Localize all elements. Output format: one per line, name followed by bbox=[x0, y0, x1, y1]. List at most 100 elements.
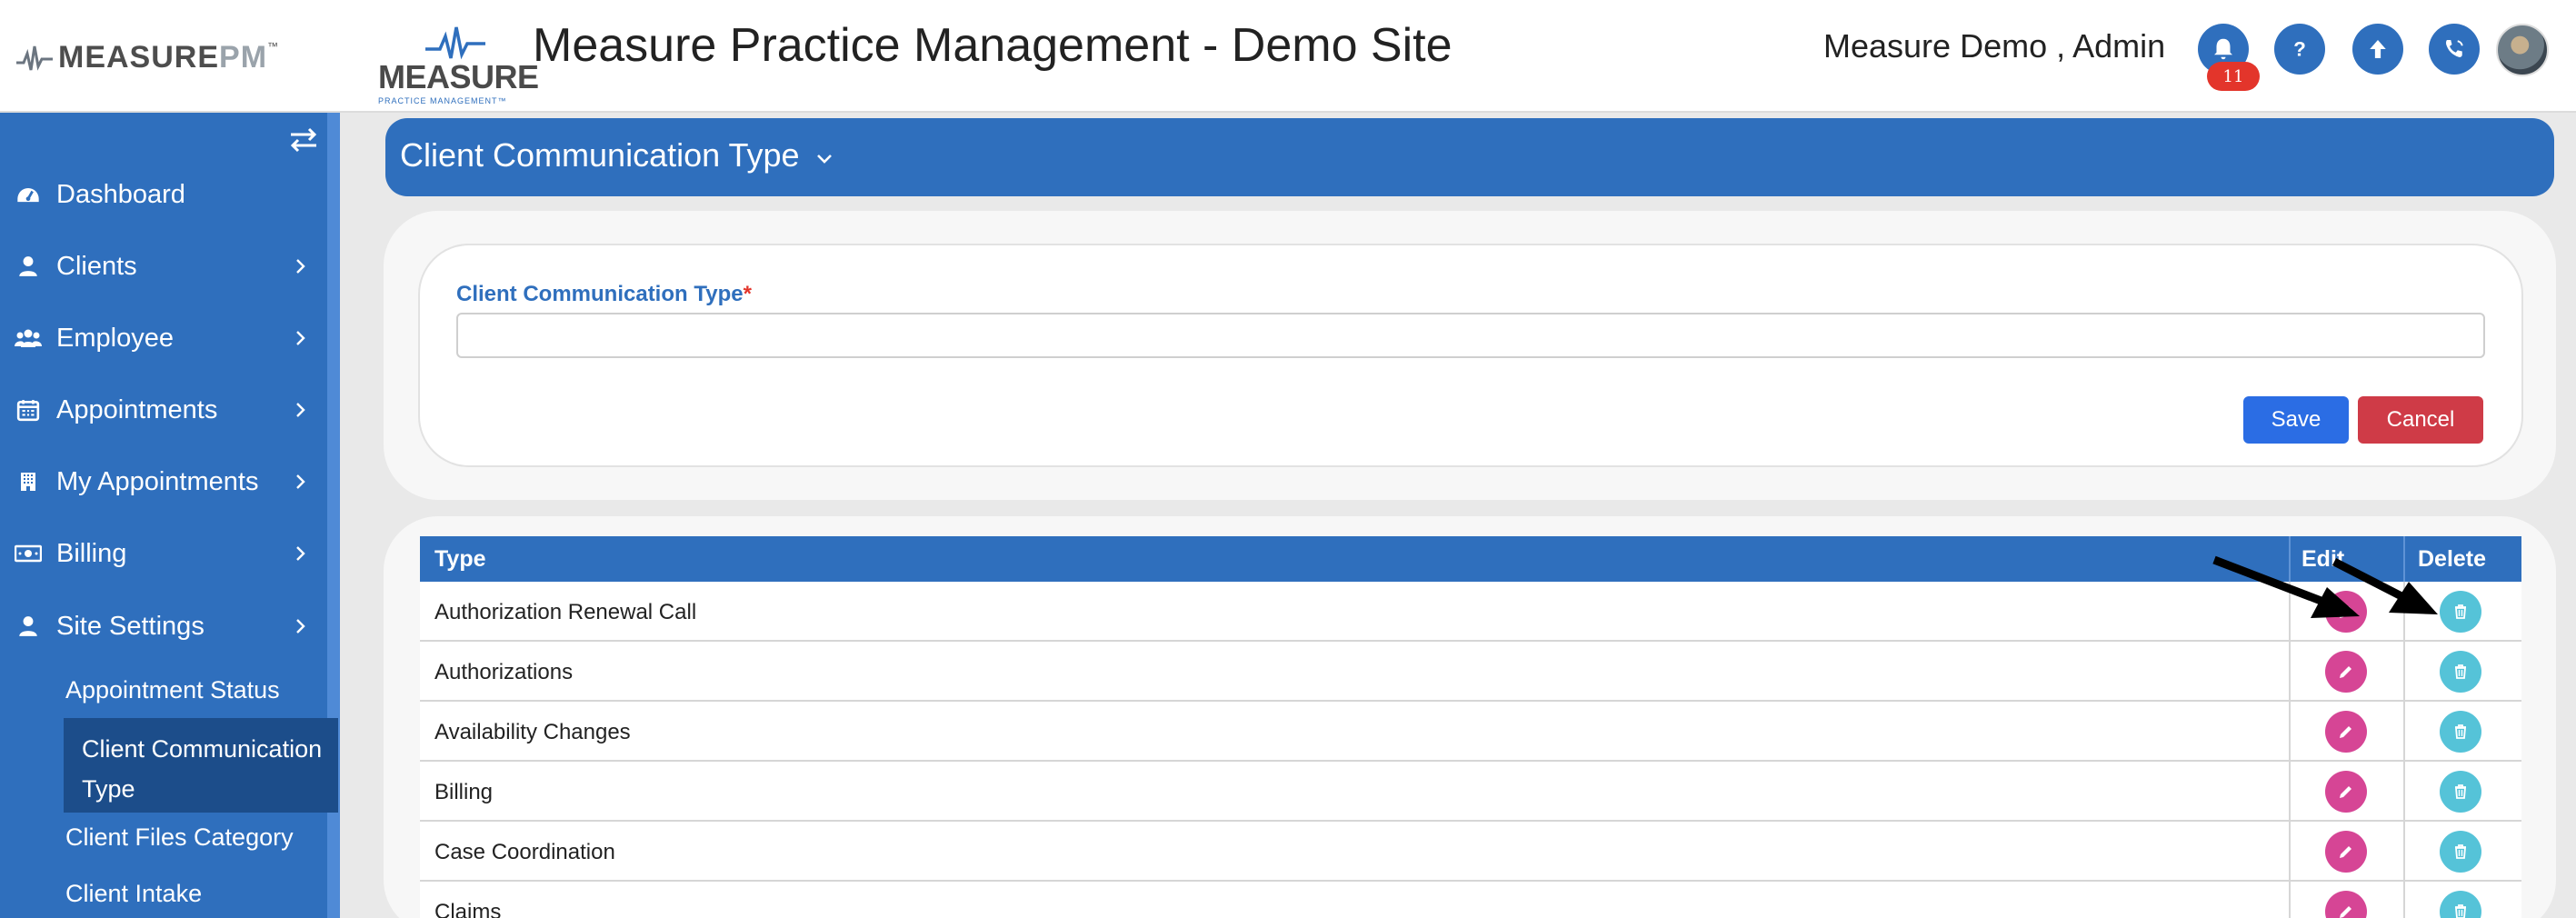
top-header: MEASUREPM ™ MEASURE PRACTICE MANAGEMENT™… bbox=[0, 0, 2576, 113]
sidebar-item-clients[interactable]: Clients bbox=[0, 239, 327, 294]
building-icon bbox=[15, 468, 42, 495]
sidebar-item-label: Clients bbox=[56, 251, 137, 281]
table-row: Authorizations bbox=[420, 642, 2521, 702]
column-divider bbox=[2403, 762, 2405, 822]
pencil-icon bbox=[2340, 846, 2351, 858]
pencil-icon bbox=[2340, 666, 2351, 678]
user-icon bbox=[15, 613, 42, 640]
table-row: Availability Changes bbox=[420, 702, 2521, 762]
brand-glyph-icon bbox=[16, 45, 53, 71]
pencil-icon bbox=[2340, 726, 2351, 738]
sidebar: Dashboard Clients Employee Appointments … bbox=[0, 113, 340, 918]
delete-button[interactable] bbox=[2440, 771, 2481, 813]
column-divider bbox=[2289, 642, 2291, 702]
chevron-down-icon[interactable] bbox=[814, 149, 834, 169]
pencil-icon bbox=[2340, 786, 2351, 798]
trash-icon bbox=[2455, 724, 2466, 739]
brand-name: MEASUREPM bbox=[58, 39, 268, 75]
edit-button[interactable] bbox=[2325, 831, 2367, 873]
trash-icon bbox=[2455, 604, 2466, 619]
user-icon bbox=[15, 253, 42, 280]
delete-button[interactable] bbox=[2440, 711, 2481, 753]
table-row: Claims bbox=[420, 882, 2521, 918]
users-icon bbox=[15, 324, 42, 352]
brand-trademark: ™ bbox=[267, 40, 279, 53]
field-label-text: Client Communication Type bbox=[456, 282, 744, 306]
sidebar-item-label: Billing bbox=[56, 538, 127, 568]
trash-icon bbox=[2455, 784, 2466, 799]
delete-button[interactable] bbox=[2440, 891, 2481, 918]
page-header: Client Communication Type bbox=[385, 118, 2554, 196]
delete-button[interactable] bbox=[2440, 831, 2481, 873]
measure-logo: MEASURE PRACTICE MANAGEMENT™ bbox=[378, 24, 539, 105]
help-icon[interactable]: ? bbox=[2274, 24, 2325, 75]
notification-badge: 11 bbox=[2207, 62, 2260, 91]
dashboard-icon bbox=[15, 181, 42, 208]
row-type: Case Coordination bbox=[434, 840, 615, 864]
column-divider bbox=[2403, 882, 2405, 918]
column-divider bbox=[2289, 702, 2291, 762]
sidebar-item-site-settings[interactable]: Site Settings bbox=[0, 599, 327, 654]
upload-icon[interactable] bbox=[2352, 24, 2403, 75]
logo-name: MEASURE bbox=[378, 58, 539, 95]
row-type: Billing bbox=[434, 780, 494, 804]
sidebar-item-label: My Appointments bbox=[56, 466, 259, 496]
sidebar-item-label: Dashboard bbox=[56, 179, 185, 209]
edit-button[interactable] bbox=[2325, 771, 2367, 813]
sidebar-item-label: Site Settings bbox=[56, 611, 205, 641]
edit-button[interactable] bbox=[2325, 891, 2367, 918]
column-header-type[interactable]: Type bbox=[434, 536, 486, 582]
sidebar-item-billing[interactable]: Billing bbox=[0, 526, 327, 581]
table-row: Case Coordination bbox=[420, 822, 2521, 882]
sidebar-item-label: Appointments bbox=[56, 394, 218, 424]
sidebar-subitem-appointment-status[interactable]: Appointment Status bbox=[65, 676, 280, 704]
sidebar-item-label: Employee bbox=[56, 323, 174, 353]
sidebar-subitem-client-files-category[interactable]: Client Files Category bbox=[65, 823, 294, 852]
sidebar-item-dashboard[interactable]: Dashboard bbox=[0, 167, 327, 222]
save-button[interactable]: Save bbox=[2243, 396, 2349, 444]
chevron-right-icon bbox=[296, 546, 305, 561]
sidebar-item-my-appointments[interactable]: My Appointments bbox=[0, 454, 327, 509]
toggle-sidebar-icon[interactable] bbox=[287, 125, 320, 155]
money-icon bbox=[15, 540, 42, 567]
communication-type-input[interactable] bbox=[456, 313, 2485, 358]
column-divider bbox=[2403, 702, 2405, 762]
column-divider bbox=[2289, 882, 2291, 918]
page-title[interactable]: Client Communication Type bbox=[400, 136, 800, 175]
cancel-button[interactable]: Cancel bbox=[2358, 396, 2483, 444]
user-name[interactable]: Measure Demo , Admin bbox=[1823, 27, 2165, 65]
phone-icon[interactable] bbox=[2429, 24, 2480, 75]
column-divider bbox=[2289, 762, 2291, 822]
sidebar-item-employee[interactable]: Employee bbox=[0, 311, 327, 365]
sidebar-subitem-client-communication-type[interactable]: Client Communication Type bbox=[64, 718, 338, 813]
chevron-right-icon bbox=[296, 403, 305, 417]
required-mark: * bbox=[743, 282, 752, 306]
logo-subtitle: PRACTICE MANAGEMENT™ bbox=[378, 96, 507, 105]
edit-button[interactable] bbox=[2325, 651, 2367, 693]
brand-logo[interactable]: MEASUREPM ™ bbox=[15, 36, 278, 78]
avatar[interactable] bbox=[2496, 24, 2549, 76]
sidebar-item-appointments[interactable]: Appointments bbox=[0, 383, 327, 437]
row-type: Claims bbox=[434, 900, 502, 918]
trash-icon bbox=[2455, 844, 2466, 859]
app-title: Measure Practice Management - Demo Site bbox=[533, 19, 1453, 72]
column-divider bbox=[2289, 822, 2291, 882]
calendar-icon bbox=[15, 396, 42, 424]
chevron-right-icon bbox=[296, 474, 305, 489]
column-divider bbox=[2403, 642, 2405, 702]
logo-glyph-icon bbox=[425, 26, 485, 60]
column-divider bbox=[2403, 822, 2405, 882]
row-type: Authorizations bbox=[434, 660, 574, 684]
delete-button[interactable] bbox=[2440, 651, 2481, 693]
table-row: Billing bbox=[420, 762, 2521, 822]
chevron-right-icon bbox=[296, 259, 305, 274]
row-type: Authorization Renewal Call bbox=[434, 600, 697, 624]
chevron-right-icon bbox=[296, 619, 305, 634]
edit-button[interactable] bbox=[2325, 711, 2367, 753]
sidebar-subitem-label: Client Communication Type bbox=[82, 735, 323, 803]
trash-icon bbox=[2455, 904, 2466, 918]
trash-icon bbox=[2455, 664, 2466, 679]
svg-text:?: ? bbox=[2293, 38, 2306, 61]
sidebar-subitem-client-intake[interactable]: Client Intake bbox=[65, 880, 202, 908]
field-label: Client Communication Type* bbox=[456, 282, 752, 307]
